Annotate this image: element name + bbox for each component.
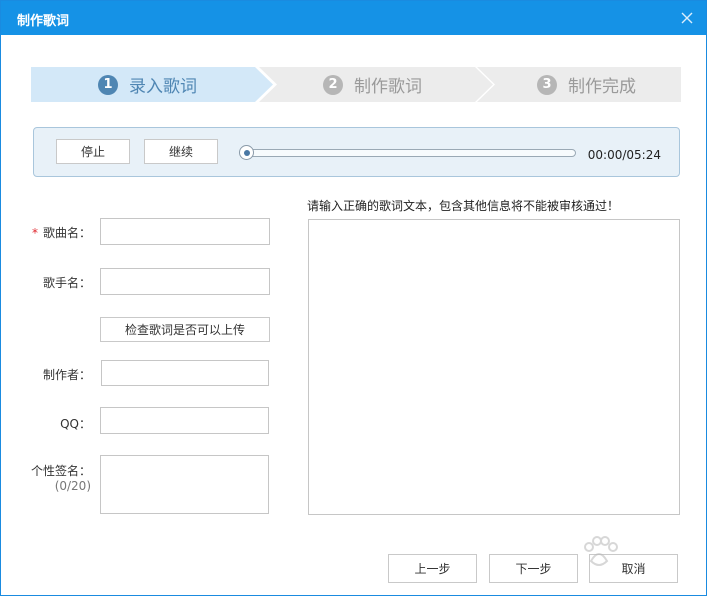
playback-time: 00:00/05:24 (587, 148, 661, 162)
signature-char-count: (0/20) (54, 479, 91, 493)
qq-label: QQ： (60, 417, 91, 431)
step-2-label: 制作歌词 (354, 77, 422, 97)
progress-slider-knob[interactable] (239, 145, 254, 160)
stop-button[interactable]: 停止 (56, 139, 130, 164)
close-icon[interactable] (676, 7, 698, 29)
step-3: 3 制作完成 (477, 67, 681, 102)
continue-button[interactable]: 继续 (144, 139, 218, 164)
song-name-input[interactable] (100, 218, 270, 245)
cancel-button[interactable]: 取消 (589, 554, 678, 583)
singer-input[interactable] (100, 268, 270, 295)
title-bar[interactable]: 制作歌词 (1, 1, 706, 35)
next-step-button[interactable]: 下一步 (489, 554, 578, 583)
step-2-number: 2 (323, 74, 343, 95)
author-input[interactable] (101, 360, 269, 386)
step-3-number: 3 (537, 74, 557, 95)
signature-label: 个性签名： (30, 464, 91, 478)
required-mark: * (31, 226, 38, 240)
step-2: 2 制作歌词 (259, 67, 493, 102)
song-name-label: * 歌曲名： (1, 224, 91, 241)
window-title: 制作歌词 (17, 14, 70, 29)
qq-input[interactable] (100, 407, 269, 434)
song-name-label-text: 歌曲名： (42, 226, 91, 240)
slider-knob-dot-icon (243, 149, 250, 156)
prev-step-button[interactable]: 上一步 (388, 554, 477, 583)
step-1: 1 录入歌词 (31, 67, 273, 102)
author-label: 制作者： (42, 368, 91, 382)
step-indicator: 1 录入歌词 2 制作歌词 3 制作完成 (31, 67, 681, 102)
lyrics-dialog: 制作歌词 1 录入歌词 2 制作歌词 3 制作完成 停止 继续 00:00/05… (0, 0, 707, 596)
audio-player-bar: 停止 继续 00:00/05:24 (33, 127, 680, 177)
lyrics-textarea[interactable] (308, 219, 680, 515)
step-1-number: 1 (98, 74, 118, 95)
step-1-label: 录入歌词 (129, 77, 197, 97)
progress-track[interactable] (242, 149, 576, 157)
check-lyrics-button[interactable]: 检查歌词是否可以上传 (100, 317, 270, 342)
lyrics-hint: 请输入正确的歌词文本，包含其他信息将不能被审核通过！ (307, 199, 620, 213)
step-3-label: 制作完成 (568, 77, 636, 97)
singer-label: 歌手名： (42, 276, 91, 290)
signature-textarea[interactable] (100, 455, 269, 514)
